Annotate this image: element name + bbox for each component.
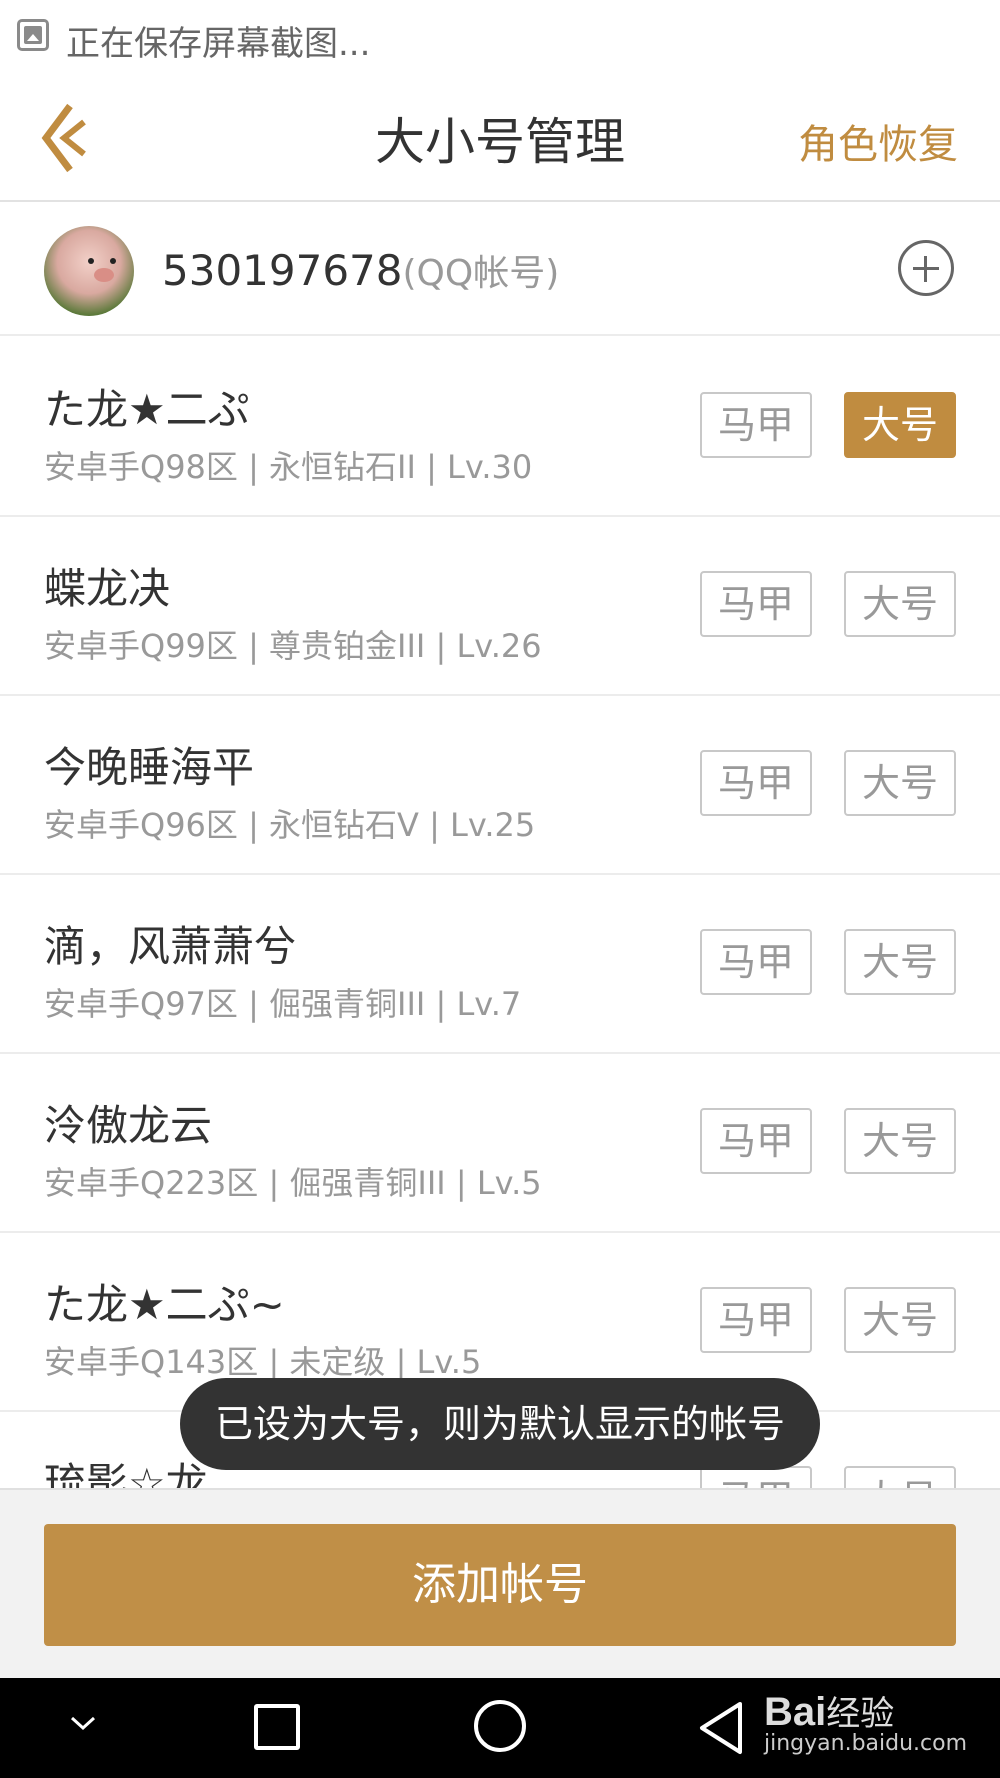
list-item: 今晚睡海平 安卓手Q96区 | 永恒钻石V | Lv.25 马甲 大号 bbox=[0, 696, 1000, 875]
set-alt-button[interactable]: 马甲 bbox=[700, 1287, 812, 1353]
image-icon bbox=[17, 19, 49, 51]
set-main-button[interactable]: 大号 bbox=[844, 1108, 956, 1174]
role-list[interactable]: た龙★二ぷ 安卓手Q98区 | 永恒钻石II | Lv.30 马甲 大号 蝶龙决… bbox=[0, 338, 1000, 1488]
baidu-watermark: Bai经验 jingyan.baidu.com bbox=[764, 1686, 967, 1756]
status-bar: 正在保存屏幕截图... bbox=[0, 0, 1000, 72]
avatar bbox=[44, 226, 134, 316]
bottom-bar: 添加帐号 bbox=[0, 1488, 1000, 1678]
role-info: 安卓手Q143区 | 未定级 | Lv.5 bbox=[44, 1343, 482, 1381]
watermark-brand: Bai bbox=[764, 1690, 827, 1734]
header: 大小号管理 角色恢复 bbox=[0, 72, 1000, 202]
role-info: 安卓手Q99区 | 尊贵铂金III | Lv.26 bbox=[44, 627, 542, 665]
list-item: 滴，风萧萧兮 安卓手Q97区 | 倔强青铜III | Lv.7 马甲 大号 bbox=[0, 875, 1000, 1054]
set-alt-button[interactable]: 马甲 bbox=[700, 1108, 812, 1174]
plus-circle-icon[interactable] bbox=[898, 240, 954, 296]
role-name: 泠傲龙云 bbox=[44, 1101, 213, 1150]
set-alt-button[interactable]: 马甲 bbox=[700, 571, 812, 637]
role-info: 安卓手Q97区 | 倔强青铜III | Lv.7 bbox=[44, 985, 522, 1023]
set-alt-button[interactable]: 马甲 bbox=[700, 750, 812, 816]
list-item: た龙★二ぷ 安卓手Q98区 | 永恒钻石II | Lv.30 马甲 大号 bbox=[0, 338, 1000, 517]
watermark-cn: 经验 bbox=[826, 1694, 895, 1734]
watermark-url: jingyan.baidu.com bbox=[764, 1731, 968, 1756]
nav-back-icon[interactable] bbox=[696, 1700, 746, 1756]
home-button[interactable] bbox=[474, 1700, 526, 1752]
chevron-down-icon[interactable] bbox=[68, 1708, 98, 1738]
list-item: 泠傲龙云 安卓手Q223区 | 倔强青铜III | Lv.5 马甲 大号 bbox=[0, 1054, 1000, 1233]
role-name: 蝶龙决 bbox=[44, 564, 171, 613]
add-account-button[interactable]: 添加帐号 bbox=[44, 1524, 956, 1646]
status-text: 正在保存屏幕截图... bbox=[66, 24, 371, 64]
set-main-button[interactable]: 大号 bbox=[844, 929, 956, 995]
system-nav-bar: Bai经验 jingyan.baidu.com bbox=[0, 1678, 1000, 1778]
set-main-button[interactable]: 大号 bbox=[844, 1287, 956, 1353]
role-name: 今晚睡海平 bbox=[44, 743, 255, 792]
account-number-text: 530197678 bbox=[162, 246, 403, 295]
role-info: 安卓手Q223区 | 倔强青铜III | Lv.5 bbox=[44, 1164, 542, 1202]
set-main-button[interactable]: 大号 bbox=[844, 1466, 956, 1488]
role-restore-link[interactable]: 角色恢复 bbox=[798, 112, 958, 170]
set-alt-button[interactable]: 马甲 bbox=[700, 929, 812, 995]
account-number: 530197678(QQ帐号) bbox=[162, 244, 559, 296]
account-row: 530197678(QQ帐号) bbox=[0, 204, 1000, 336]
role-name: た龙★二ぷ bbox=[44, 385, 250, 434]
role-name: た龙★二ぷ~ bbox=[44, 1280, 285, 1329]
set-main-button[interactable]: 大号 bbox=[844, 571, 956, 637]
set-main-button[interactable]: 大号 bbox=[844, 392, 956, 458]
list-item: 蝶龙决 安卓手Q99区 | 尊贵铂金III | Lv.26 马甲 大号 bbox=[0, 517, 1000, 696]
set-alt-button[interactable]: 马甲 bbox=[700, 392, 812, 458]
role-info: 安卓手Q98区 | 永恒钻石II | Lv.30 bbox=[44, 448, 533, 486]
set-main-button[interactable]: 大号 bbox=[844, 750, 956, 816]
toast-message: 已设为大号，则为默认显示的帐号 bbox=[180, 1378, 820, 1470]
account-type: (QQ帐号) bbox=[402, 253, 560, 294]
role-name: 琉影☆龙 bbox=[44, 1459, 208, 1488]
role-info: 安卓手Q96区 | 永恒钻石V | Lv.25 bbox=[44, 806, 536, 844]
recents-button[interactable] bbox=[254, 1704, 300, 1750]
role-name: 滴，风萧萧兮 bbox=[44, 922, 297, 971]
